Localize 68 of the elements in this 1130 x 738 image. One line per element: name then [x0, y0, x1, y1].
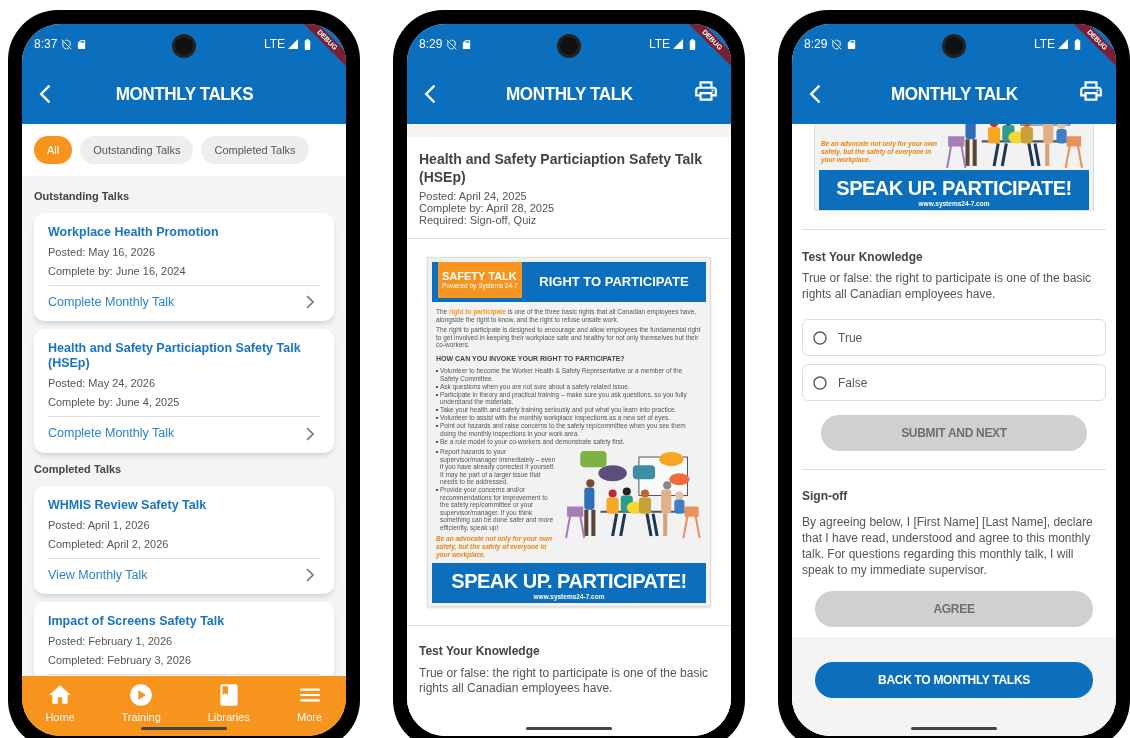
play-icon — [128, 682, 155, 708]
status-time: 8:29 — [419, 36, 443, 53]
app-bar-title: MONTHLY TALKS — [115, 81, 253, 106]
posted-date: Posted: May 24, 2026 — [48, 376, 156, 392]
quiz-question: True or false: the right to participate is one of the basic rights all Canadian employees have. — [419, 666, 710, 696]
filter-chip[interactable]: All — [34, 136, 73, 164]
sd-card-icon — [846, 38, 858, 50]
camera-hole — [557, 34, 581, 58]
app-bar-title: MONTHLY TALK — [890, 81, 1018, 106]
radio-icon — [812, 329, 828, 346]
sign-off-heading: Sign-off — [802, 488, 849, 505]
posted-date: Posted: April 1, 2026 — [48, 517, 151, 533]
app-bar-title: MONTHLY TALK — [505, 81, 633, 106]
due-date: Completed: February 3, 2026 — [48, 653, 193, 669]
signal-icon — [673, 39, 683, 49]
network-label: LTE — [263, 36, 285, 53]
poster-title: RIGHT TO PARTICIPATE — [538, 273, 690, 292]
talk-title: Health and Safety Particiaption Safety Talk (HSEp) — [419, 150, 703, 186]
sd-card-icon — [461, 38, 473, 50]
nav-item[interactable]: More — [296, 682, 323, 726]
sign-off-text: By agreeing below, I [First Name] [Last Name], declare that I have read, understood and agree to this monthly talk. For questions regarding this monthly talk, I will speak to my immediate supervisor. — [802, 514, 1094, 578]
talk-link[interactable]: Complete Monthly Talk — [48, 417, 320, 445]
shield-icon — [446, 38, 458, 50]
chevron-right-icon — [306, 567, 314, 582]
nav-item[interactable]: Training — [121, 682, 161, 726]
banner-text: SPEAK UP. PARTICIPATE! — [451, 569, 687, 593]
network-label: LTE — [648, 36, 670, 53]
talk-title[interactable]: Impact of Screens Safety Talk — [48, 614, 320, 630]
sd-card-icon — [76, 38, 88, 50]
radio-icon — [812, 374, 828, 391]
nav-item[interactable]: Home — [45, 682, 75, 726]
nav-item[interactable]: Libraries — [207, 682, 250, 726]
talk-title[interactable]: Workplace Health Promotion — [48, 224, 320, 240]
camera-hole — [942, 34, 966, 58]
shield-icon — [831, 38, 843, 50]
required-items: Required: Sign-off, Quiz — [419, 214, 538, 226]
back-to-talks-button[interactable]: BACK TO MONTHLY TALKS — [815, 662, 1093, 698]
posted-date: Posted: February 1, 2026 — [48, 634, 174, 650]
talk-title[interactable]: Health and Safety Particiaption Safety Talk (HSEp) — [48, 341, 320, 372]
signal-icon — [1058, 39, 1068, 49]
posted-date: Posted: May 16, 2026 — [48, 244, 156, 260]
talk-link[interactable]: View Monthly Talk — [48, 558, 320, 587]
status-time: 8:37 — [34, 36, 58, 53]
camera-hole — [172, 34, 196, 58]
posted-date: Posted: April 24, 2025 — [419, 190, 528, 202]
filter-chip[interactable]: Outstanding Talks — [80, 136, 194, 164]
due-date: Complete by: April 28, 2025 — [419, 202, 556, 214]
filter-chip[interactable]: Completed Talks — [201, 136, 309, 164]
quiz-heading: Test Your Knowledge — [419, 643, 541, 660]
answer-option[interactable]: False — [802, 364, 1106, 401]
status-time: 8:29 — [804, 36, 828, 53]
answer-option[interactable]: True — [802, 319, 1106, 356]
talk-title[interactable]: WHMIS Review Safety Talk — [48, 497, 320, 513]
quiz-question: True or false: the right to participate is one of the basic rights all Canadian employees have. — [802, 270, 1093, 302]
chevron-right-icon — [306, 294, 314, 309]
tag-text: SAFETY TALK — [442, 270, 518, 282]
due-date: Complete by: June 4, 2025 — [48, 395, 181, 411]
banner-text: SPEAK UP. PARTICIPATE! — [836, 176, 1072, 200]
due-date: Completed: April 2, 2026 — [48, 536, 170, 552]
due-date: Complete by: June 16, 2024 — [48, 263, 187, 279]
section-heading: Completed Talks — [34, 462, 123, 477]
quiz-heading: Test Your Knowledge — [802, 249, 924, 266]
chevron-right-icon — [306, 426, 314, 441]
signal-icon — [288, 39, 298, 49]
talk-link[interactable]: Complete Monthly Talk — [48, 285, 320, 314]
shield-icon — [61, 38, 73, 50]
section-heading: Outstanding Talks — [34, 189, 131, 204]
network-label: LTE — [1033, 36, 1055, 53]
